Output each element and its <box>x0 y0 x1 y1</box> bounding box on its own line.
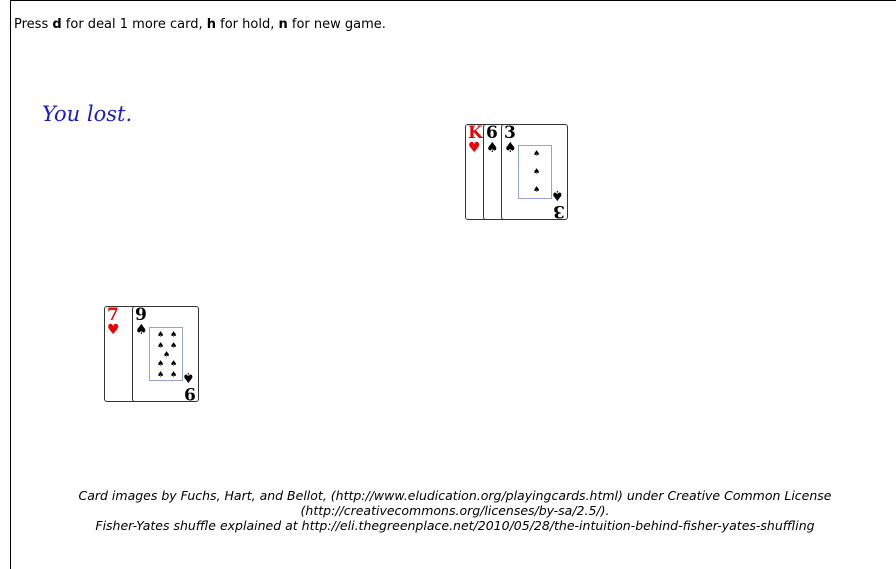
deal-key: d <box>52 17 62 32</box>
spade-pip-icon: ♠ <box>157 370 165 379</box>
heart-icon: ♥ <box>468 140 481 156</box>
instructions-text: Press <box>14 17 53 32</box>
card-face: ♠ ♠ ♠ ♠ ♠ ♠ ♠ ♠ ♠ <box>149 327 183 381</box>
card-rank: 3 <box>553 201 565 221</box>
credits-line: (http://creativecommons.org/licenses/by-… <box>300 503 610 518</box>
instructions-text: for deal 1 more card, <box>61 17 207 32</box>
spade-icon: ♠ <box>182 369 195 385</box>
heart-icon: ♥ <box>107 322 120 338</box>
credits-line: Card images by Fuchs, Hart, and Bellot, … <box>78 488 832 503</box>
spade-pip-icon: ♠ <box>170 341 178 350</box>
spade-pip-icon: ♠ <box>170 359 178 368</box>
spade-icon: ♠ <box>551 187 564 203</box>
instructions-text: for new game. <box>287 17 386 32</box>
spade-icon: ♠ <box>135 322 148 338</box>
spade-pip-icon: ♠ <box>163 350 171 359</box>
spade-pip-icon: ♠ <box>533 167 541 176</box>
hold-key: h <box>206 17 216 32</box>
game-status: You lost. <box>42 102 133 126</box>
instructions-text: for hold, <box>216 17 279 32</box>
spade-pip-icon: ♠ <box>170 330 178 339</box>
card-face: ♠ ♠ ♠ <box>518 145 552 199</box>
spade-pip-icon: ♠ <box>170 370 178 379</box>
dealer-card-3: 3 ♠ ♠ ♠ ♠ ♠ 3 <box>501 124 568 221</box>
spade-pip-icon: ♠ <box>157 330 165 339</box>
spade-pip-icon: ♠ <box>533 185 541 194</box>
player-card-2: 9 ♠ ♠ ♠ ♠ ♠ ♠ ♠ ♠ ♠ ♠ ♠ 9 <box>132 306 199 403</box>
spade-icon: ♠ <box>486 140 499 156</box>
credits-line: Fisher-Yates shuffle explained at http:/… <box>95 518 815 533</box>
spade-pip-icon: ♠ <box>533 149 541 158</box>
spade-icon: ♠ <box>504 140 517 156</box>
spade-pip-icon: ♠ <box>157 359 165 368</box>
credits: Card images by Fuchs, Hart, and Bellot, … <box>14 488 896 533</box>
new-game-key: n <box>278 17 288 32</box>
card-rank: 9 <box>184 383 196 403</box>
spade-pip-icon: ♠ <box>157 341 165 350</box>
game-area <box>10 0 896 569</box>
instructions: Press d for deal 1 more card, h for hold… <box>14 17 386 32</box>
